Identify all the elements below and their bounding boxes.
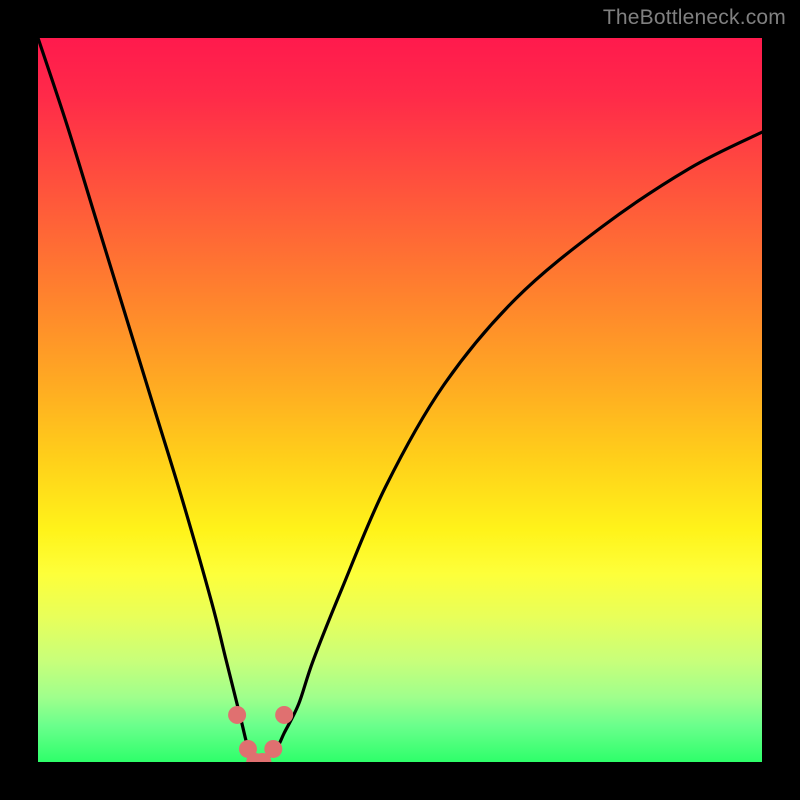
watermark-text: TheBottleneck.com <box>603 6 786 30</box>
plot-area <box>38 38 762 762</box>
highlight-point <box>264 740 282 758</box>
chart-frame: TheBottleneck.com <box>0 0 800 800</box>
chart-svg <box>38 38 762 762</box>
highlight-point <box>275 706 293 724</box>
bottleneck-curve <box>38 38 762 762</box>
highlight-point <box>228 706 246 724</box>
